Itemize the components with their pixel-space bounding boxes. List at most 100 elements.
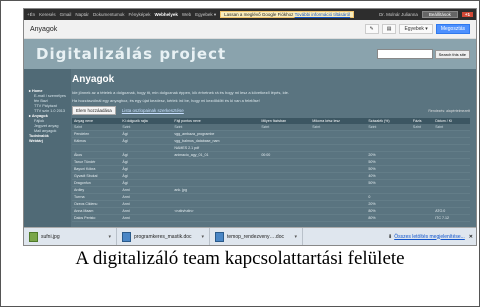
- table-cell: [259, 179, 311, 187]
- gbar-link[interactable]: +Én: [27, 12, 35, 17]
- gbar-link-active[interactable]: Webhelyek: [154, 12, 177, 17]
- close-icon[interactable]: ✕: [469, 234, 473, 240]
- table-cell: [310, 151, 367, 159]
- table-cell: [259, 130, 311, 138]
- site-search-input[interactable]: [376, 49, 433, 59]
- share-button[interactable]: Megosztás: [435, 24, 470, 34]
- table-row[interactable]: Dalos Peristo Anní 80% ITC 7.12: [72, 214, 470, 222]
- table-cell: Ozeos Ciklenu: [72, 200, 121, 208]
- table-cell: [259, 137, 311, 145]
- site-banner: Digitalizálás project Search this site: [24, 39, 476, 69]
- table-cell: [72, 144, 121, 152]
- sort-label[interactable]: Rendezés: alapértelmezett: [428, 109, 470, 113]
- table-row[interactable]: Anna Maam Anní <rutin/rutin> 80% ATO.0: [72, 207, 470, 215]
- table-cell: ATO.0: [433, 207, 470, 215]
- table-cell: [410, 186, 434, 194]
- table-cell: vgg_balmos_database_nam: [172, 137, 260, 145]
- table-cell: [410, 214, 434, 222]
- table-cell: [310, 158, 367, 166]
- table-cell: Anna Maam: [72, 207, 121, 215]
- download-item[interactable]: sufni.jpg ▾: [24, 228, 117, 245]
- table-row[interactable]: Ardley Anní ank. jpg: [72, 186, 470, 194]
- plus-one-button[interactable]: +1: [461, 12, 473, 17]
- browser-screenshot: +Én Keresés Gmail Naptár Dokumentumok Fé…: [23, 8, 477, 246]
- table-cell: [433, 151, 470, 159]
- table-cell: animacio_agy_01_01: [172, 151, 260, 159]
- table-row[interactable]: Bayuni Kókra Ági 50%: [72, 165, 470, 173]
- chevron-down-icon[interactable]: ▾: [108, 234, 111, 240]
- table-cell: Ardley: [72, 186, 121, 194]
- table-cell: [410, 193, 434, 201]
- table-cell: Ákos: [72, 151, 121, 159]
- table-cell: 80%: [366, 214, 411, 222]
- table-cell: [433, 144, 470, 152]
- table-cell: Anní: [120, 214, 173, 222]
- table-row[interactable]: Turrna Anní 0: [72, 193, 470, 201]
- table-cell: [259, 193, 311, 201]
- edit-columns-link[interactable]: Lista oszlopainak szerkesztése: [122, 108, 184, 113]
- table-row[interactable]: Kálmos Ági vgg_balmos_database_nam: [72, 137, 470, 145]
- gbar-link[interactable]: Web: [182, 12, 191, 17]
- table-cell: [410, 158, 434, 166]
- sidebar: ▸ Home E-mail / személyes fén Bazi TTV P…: [24, 69, 71, 245]
- table-cell: Ági: [120, 130, 173, 138]
- gbar-link[interactable]: Keresés: [39, 12, 56, 17]
- site-title[interactable]: Digitalizálás project: [36, 45, 226, 63]
- table-cell: [259, 207, 311, 215]
- notice-link[interactable]: További információ tiltásáról: [295, 12, 351, 17]
- table-cell: [120, 144, 173, 152]
- pencil-icon[interactable]: ✎: [364, 24, 379, 34]
- main-content: Anyagok Ide jönnek az a tételek a dolgoz…: [72, 69, 470, 245]
- chevron-down-icon[interactable]: ▾: [201, 234, 204, 240]
- table-row[interactable]: Gyvadt Sbukal Ági 40%: [72, 172, 470, 180]
- download-item[interactable]: temop_rendezveny….doc ▾: [210, 228, 303, 245]
- download-arrow-icon: ⬇: [388, 233, 393, 240]
- table-row[interactable]: Ozeos Ciklenu Anní 20%: [72, 200, 470, 208]
- table-cell: Dragonfun: [72, 179, 121, 187]
- sidebar-section-webtarj[interactable]: Webtárj: [29, 139, 71, 144]
- table-cell: [366, 186, 411, 194]
- table-cell: Dalos Peristo: [72, 214, 121, 222]
- table-cell: [433, 200, 470, 208]
- gbar-link[interactable]: Egyebek ▾: [195, 12, 216, 18]
- sites-header: Anyagok ✎ ▤ Egyebek ▾ Megosztás: [24, 20, 476, 39]
- download-file-name: programkeres_mastik.doc: [134, 233, 192, 240]
- table-row[interactable]: NAMES 2.1 pdf: [72, 144, 470, 152]
- more-actions-button[interactable]: Egyebek ▾: [399, 24, 433, 34]
- table-cell: 20%: [366, 200, 411, 208]
- table-cell: Ági: [120, 179, 173, 187]
- table-cell: [259, 186, 311, 194]
- table-cell: [433, 130, 470, 138]
- add-item-button[interactable]: Elem hozzáadása: [72, 106, 116, 115]
- table-cell: [310, 172, 367, 180]
- table-row[interactable]: Ákos Ági animacio_agy_01_01 00:00 20%: [72, 151, 470, 159]
- gbar-link[interactable]: Fényképek: [128, 12, 150, 17]
- show-all-downloads-link[interactable]: Összes letöltés megjelenítése...: [394, 234, 465, 240]
- materials-table: Anyag neve Ki dolgozik rajta Fájl pontos n…: [72, 118, 470, 222]
- table-cell: [433, 172, 470, 180]
- table-cell: ITC 7.12: [433, 214, 470, 222]
- user-name[interactable]: Dr. Molnár Julianna: [379, 12, 418, 17]
- table-cell: [433, 158, 470, 166]
- page-title: Anyagok: [72, 74, 115, 85]
- chevron-down-icon[interactable]: ▾: [294, 234, 297, 240]
- table-cell: Turrna: [72, 193, 121, 201]
- download-file-name: sufni.jpg: [41, 233, 60, 240]
- table-row[interactable]: Dragonfun Ági 50%: [72, 179, 470, 187]
- table-cell: [310, 186, 367, 194]
- gbar-link[interactable]: Gmail: [60, 12, 72, 17]
- settings-button[interactable]: Beállítások: [421, 11, 458, 18]
- site-search-button[interactable]: Search this site: [434, 49, 470, 59]
- gbar-link[interactable]: Naptár: [75, 12, 89, 17]
- table-cell: Pendelen: [72, 130, 121, 138]
- table-row[interactable]: Tanur Tündér Ági 50%: [72, 158, 470, 166]
- gbar-link[interactable]: Dokumentumok: [93, 12, 125, 17]
- table-cell: 40%: [366, 172, 411, 180]
- table-cell: Ági: [120, 137, 173, 145]
- download-item[interactable]: programkeres_mastik.doc ▾: [117, 228, 210, 245]
- new-page-icon[interactable]: ▤: [381, 24, 397, 34]
- download-bar: sufni.jpg ▾ programkeres_mastik.doc ▾ te…: [24, 227, 476, 245]
- table-row[interactable]: Pendelen Ági vgg_ambaza_programbe: [72, 130, 470, 138]
- table-cell: [310, 200, 367, 208]
- doc-file-icon: [215, 231, 224, 242]
